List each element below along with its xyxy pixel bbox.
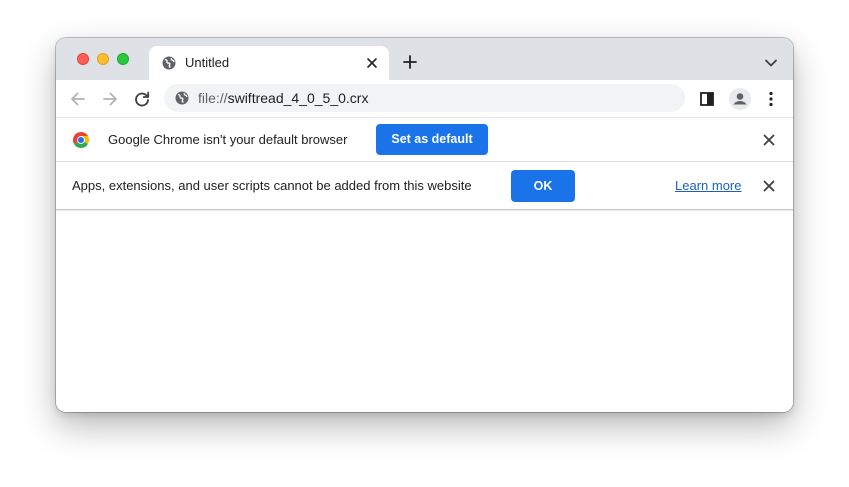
extension-blocked-message: Apps, extensions, and user scripts canno… <box>72 178 472 193</box>
page-content <box>56 211 793 412</box>
close-icon[interactable] <box>761 132 777 148</box>
chevron-down-icon[interactable] <box>763 55 779 71</box>
default-browser-infobar: Google Chrome isn't your default browser… <box>56 118 793 162</box>
reload-icon[interactable] <box>132 89 152 109</box>
extension-blocked-infobar: Apps, extensions, and user scripts canno… <box>56 162 793 210</box>
toolbar: file://swiftread_4_0_5_0.crx <box>56 80 793 118</box>
arrow-left-icon[interactable] <box>68 89 88 109</box>
chrome-logo-icon <box>72 132 90 149</box>
address-bar[interactable]: file://swiftread_4_0_5_0.crx <box>164 84 685 112</box>
window-maximize-button[interactable] <box>117 53 129 65</box>
tab-strip: Untitled <box>56 38 793 80</box>
address-text[interactable]: file://swiftread_4_0_5_0.crx <box>198 90 368 106</box>
tab-title: Untitled <box>185 55 230 70</box>
arrow-right-icon[interactable] <box>100 89 120 109</box>
window-close-button[interactable] <box>77 53 89 65</box>
globe-icon[interactable] <box>174 90 190 106</box>
close-icon[interactable] <box>363 54 381 72</box>
learn-more-link[interactable]: Learn more <box>675 178 741 194</box>
side-panel-icon[interactable] <box>697 89 717 109</box>
profile-icon[interactable] <box>728 87 752 111</box>
window-minimize-button[interactable] <box>97 53 109 65</box>
default-browser-message: Google Chrome isn't your default browser <box>108 132 348 147</box>
ok-button[interactable]: OK <box>511 170 575 202</box>
tab-untitled[interactable]: Untitled <box>149 46 389 80</box>
set-as-default-button[interactable]: Set as default <box>376 124 488 155</box>
kebab-menu-icon[interactable] <box>761 89 781 109</box>
url-scheme: file:// <box>198 90 228 106</box>
globe-icon <box>162 56 176 70</box>
plus-icon[interactable] <box>401 53 419 71</box>
browser-window: Untitled file://swiftread_4_0_5_0.crx Go… <box>56 38 793 412</box>
close-icon[interactable] <box>761 178 777 194</box>
url-path: swiftread_4_0_5_0.crx <box>227 90 369 106</box>
